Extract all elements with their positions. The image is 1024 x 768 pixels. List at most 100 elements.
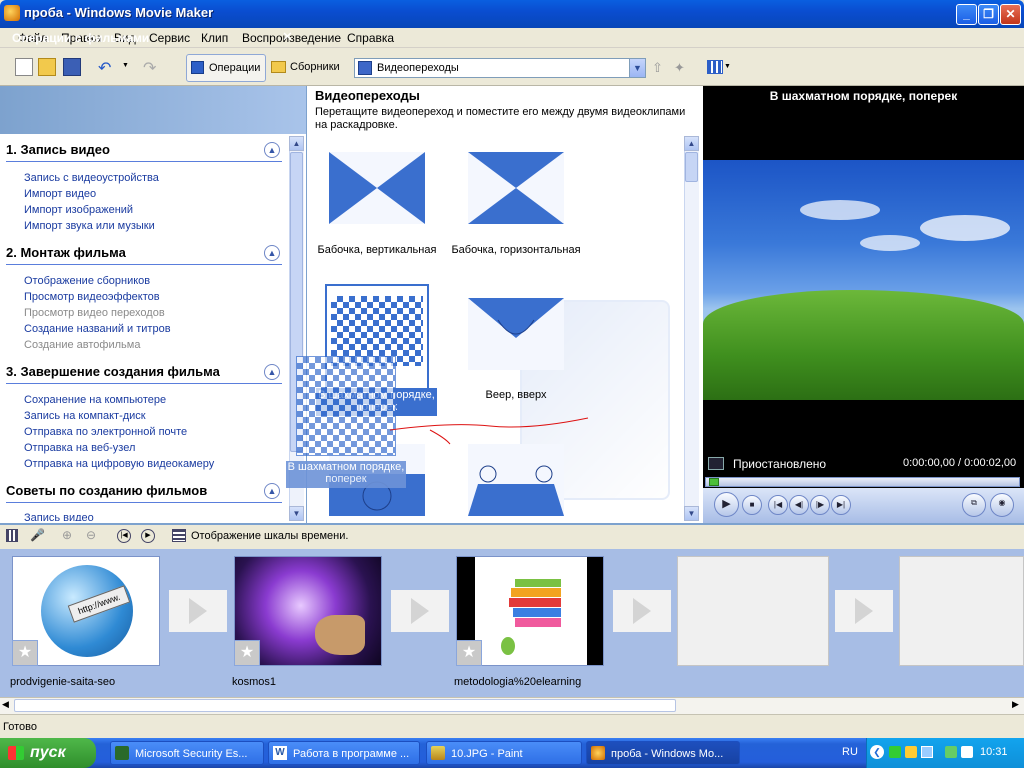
- task-paint[interactable]: 10.JPG - Paint: [426, 741, 582, 765]
- mid-scroll-thumb[interactable]: [685, 152, 698, 182]
- language-indicator[interactable]: RU: [842, 746, 858, 758]
- play-icon[interactable]: ▶: [714, 492, 739, 517]
- middle-pane-scrollbar[interactable]: [684, 136, 699, 521]
- save-project-icon[interactable]: [63, 58, 81, 76]
- seek-bar[interactable]: [705, 477, 1020, 487]
- transition-slot-2[interactable]: [391, 590, 449, 632]
- link-import-images[interactable]: Импорт изображений: [24, 204, 133, 216]
- narrate-icon[interactable]: 🎤: [30, 528, 45, 542]
- tray-app-icon[interactable]: [945, 746, 957, 758]
- views-dropdown-icon[interactable]: ▼: [724, 63, 731, 70]
- scroll-up-icon[interactable]: ▲: [289, 136, 304, 151]
- section-capture-header[interactable]: 1. Запись видео: [6, 142, 282, 162]
- tray-security-icon[interactable]: [889, 746, 901, 758]
- collapse-finish-icon[interactable]: ▲: [264, 364, 280, 380]
- expand-monitor-icon[interactable]: [708, 457, 724, 470]
- transition-butterfly-horizontal[interactable]: [468, 152, 564, 224]
- transition-slot-1[interactable]: [169, 590, 227, 632]
- task-word[interactable]: W Работа в программе ...: [268, 741, 420, 765]
- zoom-out-icon[interactable]: ⊖: [86, 528, 96, 542]
- transition-slot-3[interactable]: [613, 590, 671, 632]
- tray-expand-icon[interactable]: ❮: [870, 745, 884, 759]
- clip-3-name: metodologia%20elearning: [454, 676, 582, 688]
- rewind-icon[interactable]: |◀: [768, 495, 788, 515]
- close-pane-icon[interactable]: ✕: [282, 29, 293, 45]
- collapse-capture-icon[interactable]: ▲: [264, 142, 280, 158]
- mid-scroll-up-icon[interactable]: ▲: [684, 136, 699, 151]
- forward-icon[interactable]: ▶|: [831, 495, 851, 515]
- transition-butterfly-vertical[interactable]: [329, 152, 425, 224]
- tray-volume-icon[interactable]: [961, 746, 973, 758]
- link-send-web[interactable]: Отправка на веб-узел: [24, 442, 135, 454]
- take-picture-icon[interactable]: ◉: [990, 493, 1014, 517]
- menu-tools[interactable]: Сервис: [149, 31, 190, 45]
- timeline-icon[interactable]: [172, 529, 186, 542]
- scroll-right-icon[interactable]: ▶: [1012, 699, 1019, 710]
- link-save-computer[interactable]: Сохранение на компьютере: [24, 394, 166, 406]
- show-timeline-label[interactable]: Отображение шкалы времени.: [191, 530, 348, 542]
- transition-fan-up[interactable]: [468, 298, 564, 370]
- seek-thumb[interactable]: [709, 478, 719, 486]
- section-finish-header[interactable]: 3. Завершение создания фильма: [6, 364, 282, 384]
- split-clip-icon[interactable]: ⧉: [962, 493, 986, 517]
- section-edit-header[interactable]: 2. Монтаж фильма: [6, 245, 282, 265]
- link-save-cd[interactable]: Запись на компакт-диск: [24, 410, 146, 422]
- scroll-left-icon[interactable]: ◀: [2, 699, 9, 710]
- start-button[interactable]: пуск: [0, 738, 96, 768]
- collection-combo[interactable]: Видеопереходы ▼: [354, 58, 646, 78]
- storyboard-scroll-thumb[interactable]: [14, 699, 676, 712]
- clip-2-name: kosmos1: [232, 676, 277, 688]
- tray-network-icon[interactable]: [921, 746, 933, 758]
- scroll-down-icon[interactable]: ▼: [289, 506, 304, 521]
- link-import-video[interactable]: Импорт видео: [24, 188, 96, 200]
- next-frame-icon[interactable]: |▶: [810, 495, 830, 515]
- stop-icon[interactable]: ■: [742, 495, 762, 515]
- redo-icon[interactable]: ↷: [143, 58, 156, 78]
- previous-frame-icon[interactable]: ◀|: [789, 495, 809, 515]
- operations-button[interactable]: Операции: [186, 54, 266, 82]
- link-send-camera[interactable]: Отправка на цифровую видеокамеру: [24, 458, 214, 470]
- movie-maker-icon: [4, 5, 20, 21]
- link-show-collections[interactable]: Отображение сборников: [24, 275, 150, 287]
- chevron-down-icon[interactable]: ▼: [629, 59, 645, 77]
- up-folder-icon[interactable]: ⇧: [652, 60, 663, 76]
- open-project-icon[interactable]: [38, 58, 56, 76]
- minimize-button[interactable]: _: [956, 4, 977, 25]
- zoom-in-icon[interactable]: ⊕: [62, 528, 72, 542]
- new-folder-icon[interactable]: ✦: [674, 60, 685, 76]
- mid-scroll-down-icon[interactable]: ▼: [684, 506, 699, 521]
- collections-button[interactable]: Сборники: [268, 54, 342, 82]
- effect-star-icon[interactable]: ★: [12, 640, 38, 666]
- storyboard-icon[interactable]: [6, 529, 18, 542]
- transition-slot-4[interactable]: [835, 590, 893, 632]
- link-automovie: Создание автофильма: [24, 339, 141, 351]
- tray-shield-icon[interactable]: [905, 746, 917, 758]
- undo-dropdown-icon[interactable]: ▼: [122, 62, 129, 69]
- link-import-audio[interactable]: Импорт звука или музыки: [24, 220, 155, 232]
- play-storyboard-icon[interactable]: ▶: [141, 529, 155, 543]
- section-tips-header[interactable]: Советы по созданию фильмов: [6, 483, 282, 503]
- effect-star-icon[interactable]: ★: [456, 640, 482, 666]
- link-send-email[interactable]: Отправка по электронной почте: [24, 426, 187, 438]
- collapse-tips-icon[interactable]: ▲: [264, 483, 280, 499]
- rewind-storyboard-icon[interactable]: |◀: [117, 529, 131, 543]
- menu-help[interactable]: Справка: [347, 31, 394, 45]
- maximize-button[interactable]: ❐: [978, 4, 999, 25]
- link-capture-device[interactable]: Запись с видеоустройства: [24, 172, 159, 184]
- task-movie-maker[interactable]: проба - Windows Mo...: [586, 741, 740, 765]
- new-project-icon[interactable]: [15, 58, 33, 76]
- empty-clip-slot[interactable]: [899, 556, 1024, 666]
- close-button[interactable]: ✕: [1000, 4, 1021, 25]
- undo-icon[interactable]: ↶: [98, 58, 111, 78]
- transition-partial-2[interactable]: [468, 444, 564, 516]
- link-make-titles[interactable]: Создание названий и титров: [24, 323, 171, 335]
- menu-clip[interactable]: Клип: [201, 31, 228, 45]
- empty-clip-slot[interactable]: [677, 556, 829, 666]
- collapse-edit-icon[interactable]: ▲: [264, 245, 280, 261]
- task-security-essentials[interactable]: Microsoft Security Es...: [110, 741, 264, 765]
- link-tips-capture[interactable]: Запись видео: [24, 513, 94, 521]
- views-icon[interactable]: [707, 60, 723, 74]
- start-label: пуск: [30, 744, 66, 761]
- effect-star-icon[interactable]: ★: [234, 640, 260, 666]
- link-view-effects[interactable]: Просмотр видеоэффектов: [24, 291, 160, 303]
